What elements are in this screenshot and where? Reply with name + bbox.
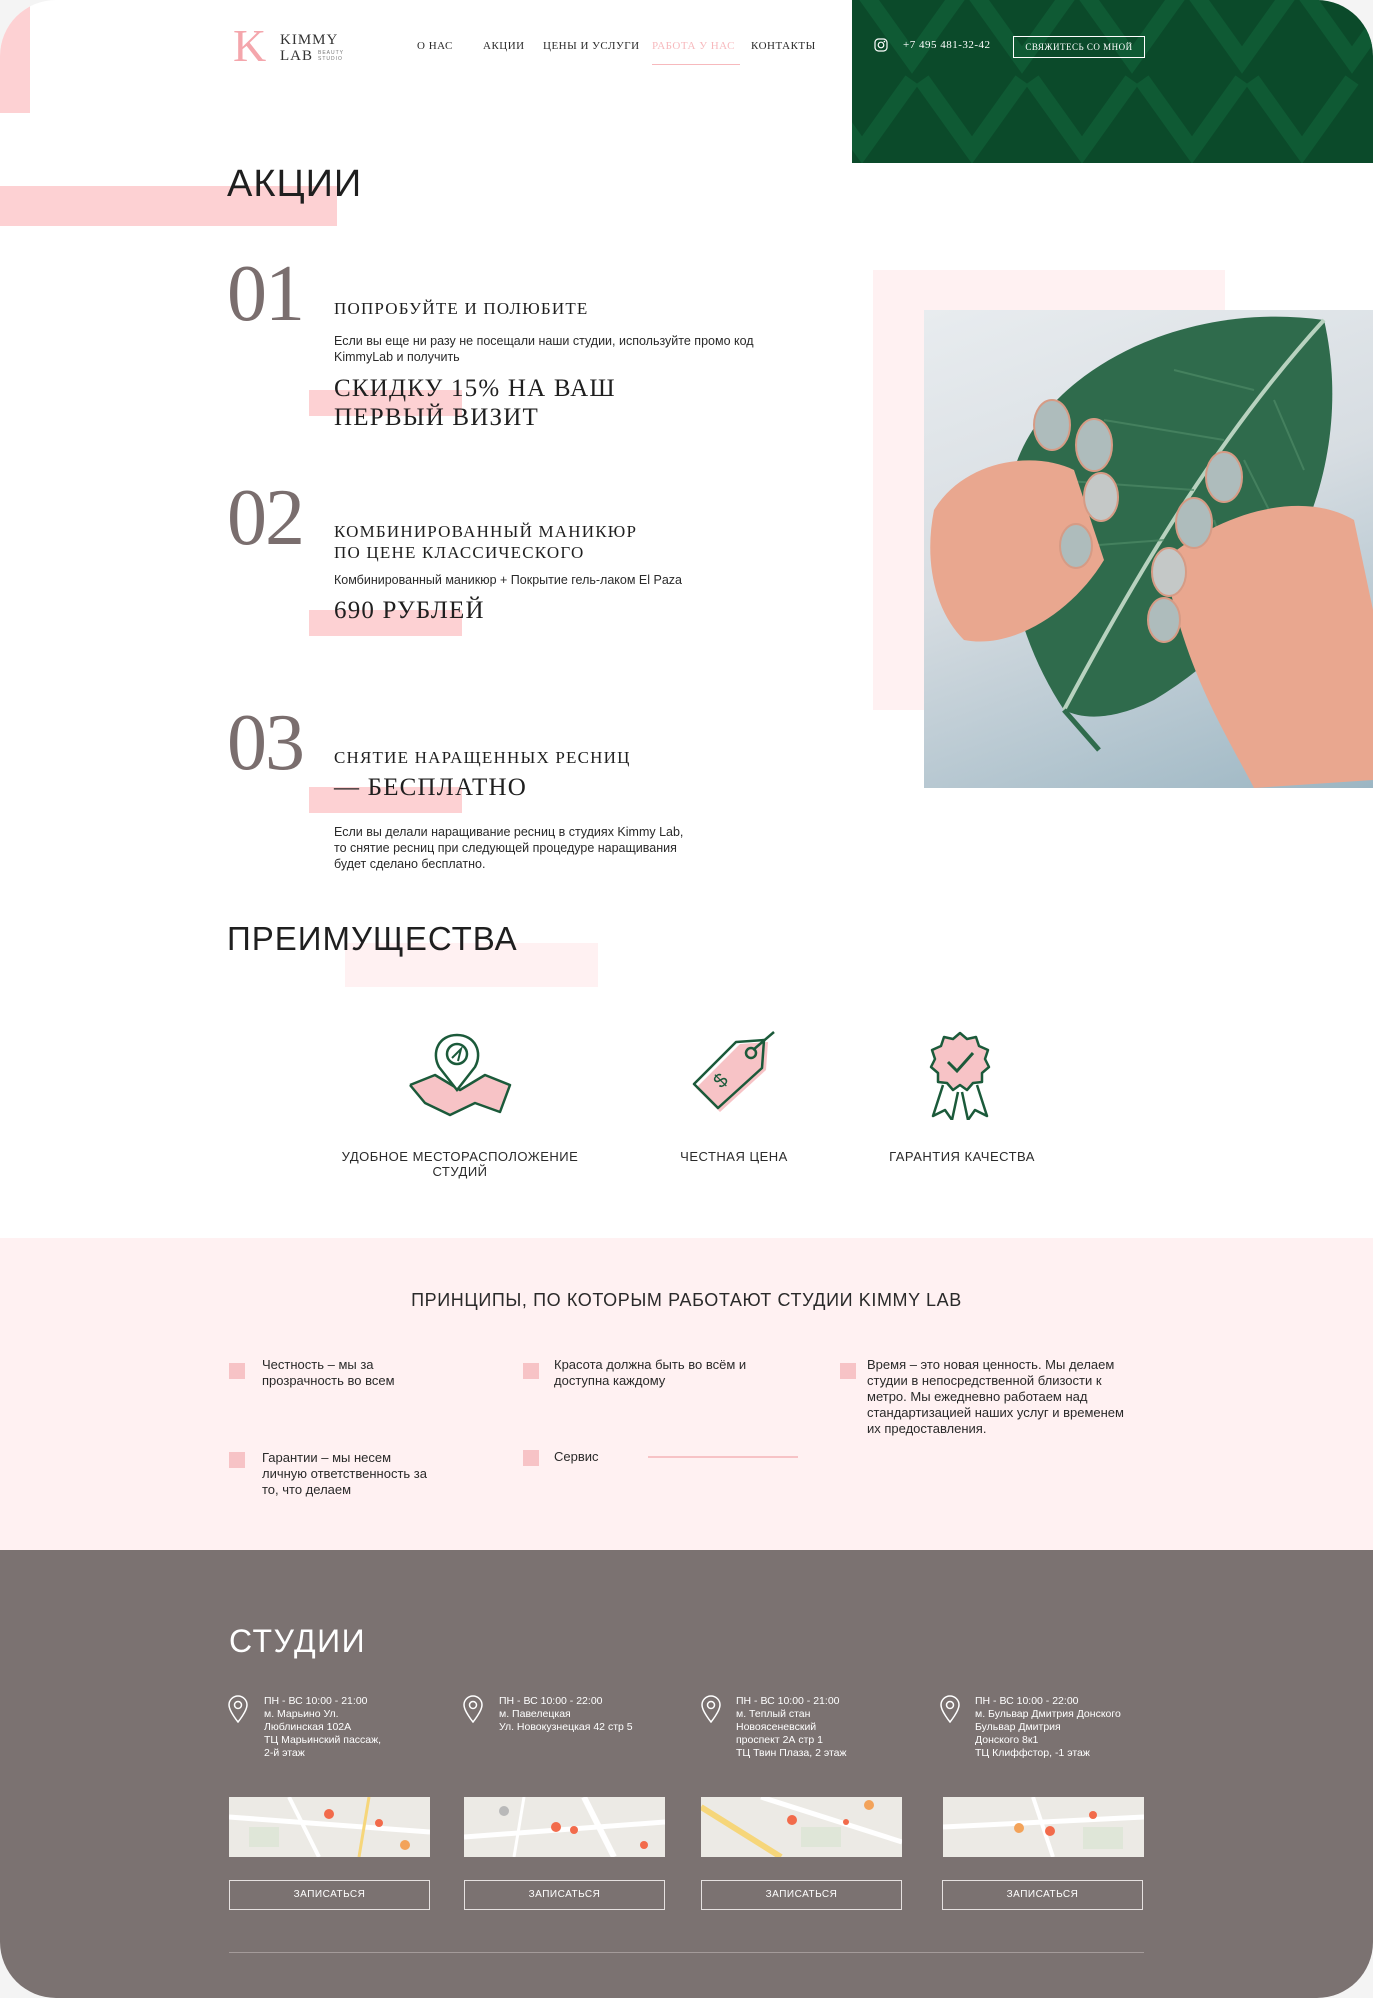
principle-text-3: Время – это новая ценность. Мы делаем ст… bbox=[867, 1357, 1124, 1436]
book-button-1[interactable]: ЗАПИСАТЬСЯ bbox=[229, 1880, 430, 1910]
location-pin-icon bbox=[228, 1695, 248, 1723]
advantage-label-quality: ГАРАНТИЯ КАЧЕСТВА bbox=[889, 1149, 1035, 1164]
principles-title: ПРИНЦИПЫ, ПО КОТОРЫМ РАБОТАЮТ СТУДИИ KIM… bbox=[411, 1290, 962, 1310]
nav-contacts[interactable]: КОНТАКТЫ bbox=[751, 40, 816, 52]
studio-line: м. Марьино Ул. bbox=[264, 1708, 339, 1720]
advantage-label-location: УДОБНОЕ МЕСТОРАСПОЛОЖЕНИЕ СТУДИЙ bbox=[341, 1149, 579, 1179]
promo-number-1: 01 bbox=[227, 250, 305, 338]
page: K KIMMY LAB BEAUTY STUDIO О НАС АКЦИИ ЦЕ… bbox=[0, 0, 1373, 1998]
promo-title-2b: ПО ЦЕНЕ КЛАССИЧЕСКОГО bbox=[334, 543, 585, 562]
promos-title: АКЦИИ bbox=[227, 163, 363, 205]
studio-line: 2-й этаж bbox=[264, 1747, 305, 1759]
instagram-icon[interactable] bbox=[874, 38, 888, 52]
studio-line: м. Павелецкая bbox=[499, 1708, 571, 1720]
studio-map-2[interactable] bbox=[464, 1797, 665, 1857]
principle-bullet-4 bbox=[229, 1452, 245, 1468]
studio-line: ТЦ Клиффстор, -1 этаж bbox=[975, 1747, 1090, 1759]
corner-decor bbox=[0, 0, 30, 113]
studio-map-1[interactable] bbox=[229, 1797, 430, 1857]
advantage-label-price: ЧЕСТНАЯ ЦЕНА bbox=[680, 1149, 788, 1164]
nav-careers[interactable]: РАБОТА У НАС bbox=[652, 40, 735, 52]
promo-big-1b: ПЕРВЫЙ ВИЗИТ bbox=[334, 404, 539, 431]
studio-line: м. Теплый стан bbox=[736, 1708, 811, 1720]
book-button-4[interactable]: ЗАПИСАТЬСЯ bbox=[942, 1880, 1143, 1910]
location-pin-icon bbox=[940, 1695, 960, 1723]
promo-title-1: ПОПРОБУЙТЕ И ПОЛЮБИТЕ bbox=[334, 299, 589, 318]
promo-number-2: 02 bbox=[227, 474, 305, 562]
nav-about[interactable]: О НАС bbox=[417, 40, 453, 52]
principle-divider bbox=[648, 1456, 798, 1458]
nav-promos[interactable]: АКЦИИ bbox=[483, 40, 525, 52]
principle-bullet-1 bbox=[229, 1363, 245, 1379]
promo-big-1a: СКИДКУ 15% НА ВАШ bbox=[334, 375, 616, 402]
studio-line: Люблинская 102А bbox=[264, 1721, 352, 1733]
principles-section bbox=[0, 1238, 1373, 1550]
studio-line: проспект 2А стр 1 bbox=[736, 1734, 823, 1746]
studio-line: Донского 8к1 bbox=[975, 1734, 1039, 1746]
studio-line: ТЦ Марьинский пассаж, bbox=[264, 1734, 382, 1746]
quality-badge-icon bbox=[929, 1031, 991, 1120]
studio-hours: ПН - ВС 10:00 - 22:00 bbox=[499, 1695, 603, 1707]
promo-big-2: 690 РУБЛЕЙ bbox=[334, 597, 485, 624]
promo-text-1: Если вы еще ни разу не посещали наши сту… bbox=[334, 334, 754, 364]
nav-prices[interactable]: ЦЕНЫ И УСЛУГИ bbox=[543, 40, 640, 52]
studio-hours: ПН - ВС 10:00 - 21:00 bbox=[736, 1695, 840, 1707]
studio-info-4: ПН - ВС 10:00 - 22:00 м. Бульвар Дмитрия… bbox=[975, 1695, 1121, 1760]
nails-leaf-illustration bbox=[930, 316, 1373, 788]
nav-active-underline bbox=[652, 64, 740, 65]
promo-title-2a: КОМБИНИРОВАННЫЙ МАНИКЮР bbox=[334, 522, 638, 541]
advantages-title: ПРЕИМУЩЕСТВА bbox=[227, 920, 518, 957]
studio-line: Новоясеневский bbox=[736, 1721, 817, 1733]
principle-text-4: Гарантии – мы несем личную ответственнос… bbox=[262, 1450, 427, 1497]
studio-hours: ПН - ВС 10:00 - 21:00 bbox=[264, 1695, 368, 1707]
principle-bullet-2 bbox=[523, 1363, 539, 1379]
map-location-icon bbox=[409, 1033, 512, 1117]
studio-map-3[interactable] bbox=[701, 1797, 902, 1857]
principle-text-1: Честность – мы за прозрачность во всем bbox=[262, 1357, 395, 1388]
studios-section bbox=[0, 1550, 1373, 1998]
studio-info-3: ПН - ВС 10:00 - 21:00 м. Теплый стан Нов… bbox=[736, 1695, 847, 1760]
footer-divider bbox=[229, 1952, 1144, 1953]
principle-text-5: Сервис bbox=[554, 1449, 599, 1464]
promo-number-3: 03 bbox=[227, 699, 305, 787]
studio-line: м. Бульвар Дмитрия Донского bbox=[975, 1708, 1121, 1720]
promo-title-3: СНЯТИЕ НАРАЩЕННЫХ РЕСНИЦ bbox=[334, 748, 631, 767]
principle-bullet-3 bbox=[840, 1363, 856, 1379]
logo-icon[interactable]: K bbox=[233, 23, 267, 69]
studio-info-1: ПН - ВС 10:00 - 21:00 м. Марьино Ул. Люб… bbox=[264, 1695, 381, 1760]
book-button-3[interactable]: ЗАПИСАТЬСЯ bbox=[701, 1880, 902, 1910]
principle-bullet-5 bbox=[523, 1450, 539, 1466]
logo-line1: KIMMY bbox=[280, 32, 339, 48]
studio-line: Ул. Новокузнецкая 42 стр 5 bbox=[499, 1721, 633, 1733]
promo-text-3: Если вы делали наращивание ресниц в студ… bbox=[334, 825, 684, 871]
promo-big-3: — БЕСПЛАТНО bbox=[334, 774, 527, 801]
promo-photo bbox=[924, 310, 1373, 788]
promo-text-2: Комбинированный маникюр + Покрытие гель-… bbox=[334, 573, 683, 587]
studio-line: Бульвар Дмитрия bbox=[975, 1721, 1061, 1733]
studios-title: СТУДИИ bbox=[229, 1623, 367, 1659]
studio-info-2: ПН - ВС 10:00 - 22:00 м. Павелецкая Ул. … bbox=[499, 1695, 633, 1734]
studio-line: ТЦ Твин Плаза, 2 этаж bbox=[736, 1747, 847, 1759]
studio-map-4[interactable] bbox=[943, 1797, 1144, 1857]
book-button-2[interactable]: ЗАПИСАТЬСЯ bbox=[464, 1880, 665, 1910]
location-pin-icon bbox=[463, 1695, 483, 1723]
logo-subtitle: BEAUTY STUDIO bbox=[318, 50, 344, 62]
location-pin-icon bbox=[701, 1695, 721, 1723]
phone-number[interactable]: +7 495 481-32-42 bbox=[903, 39, 991, 51]
studio-hours: ПН - ВС 10:00 - 22:00 bbox=[975, 1695, 1079, 1707]
principle-text-2: Красота должна быть во всём и доступна к… bbox=[554, 1357, 747, 1388]
leaf-pattern-decor bbox=[852, 0, 1373, 163]
price-tag-icon: $ bbox=[692, 1031, 775, 1112]
header-green-panel bbox=[852, 0, 1373, 163]
contact-me-button[interactable]: СВЯЖИТЕСЬ СО МНОЙ bbox=[1013, 36, 1145, 58]
